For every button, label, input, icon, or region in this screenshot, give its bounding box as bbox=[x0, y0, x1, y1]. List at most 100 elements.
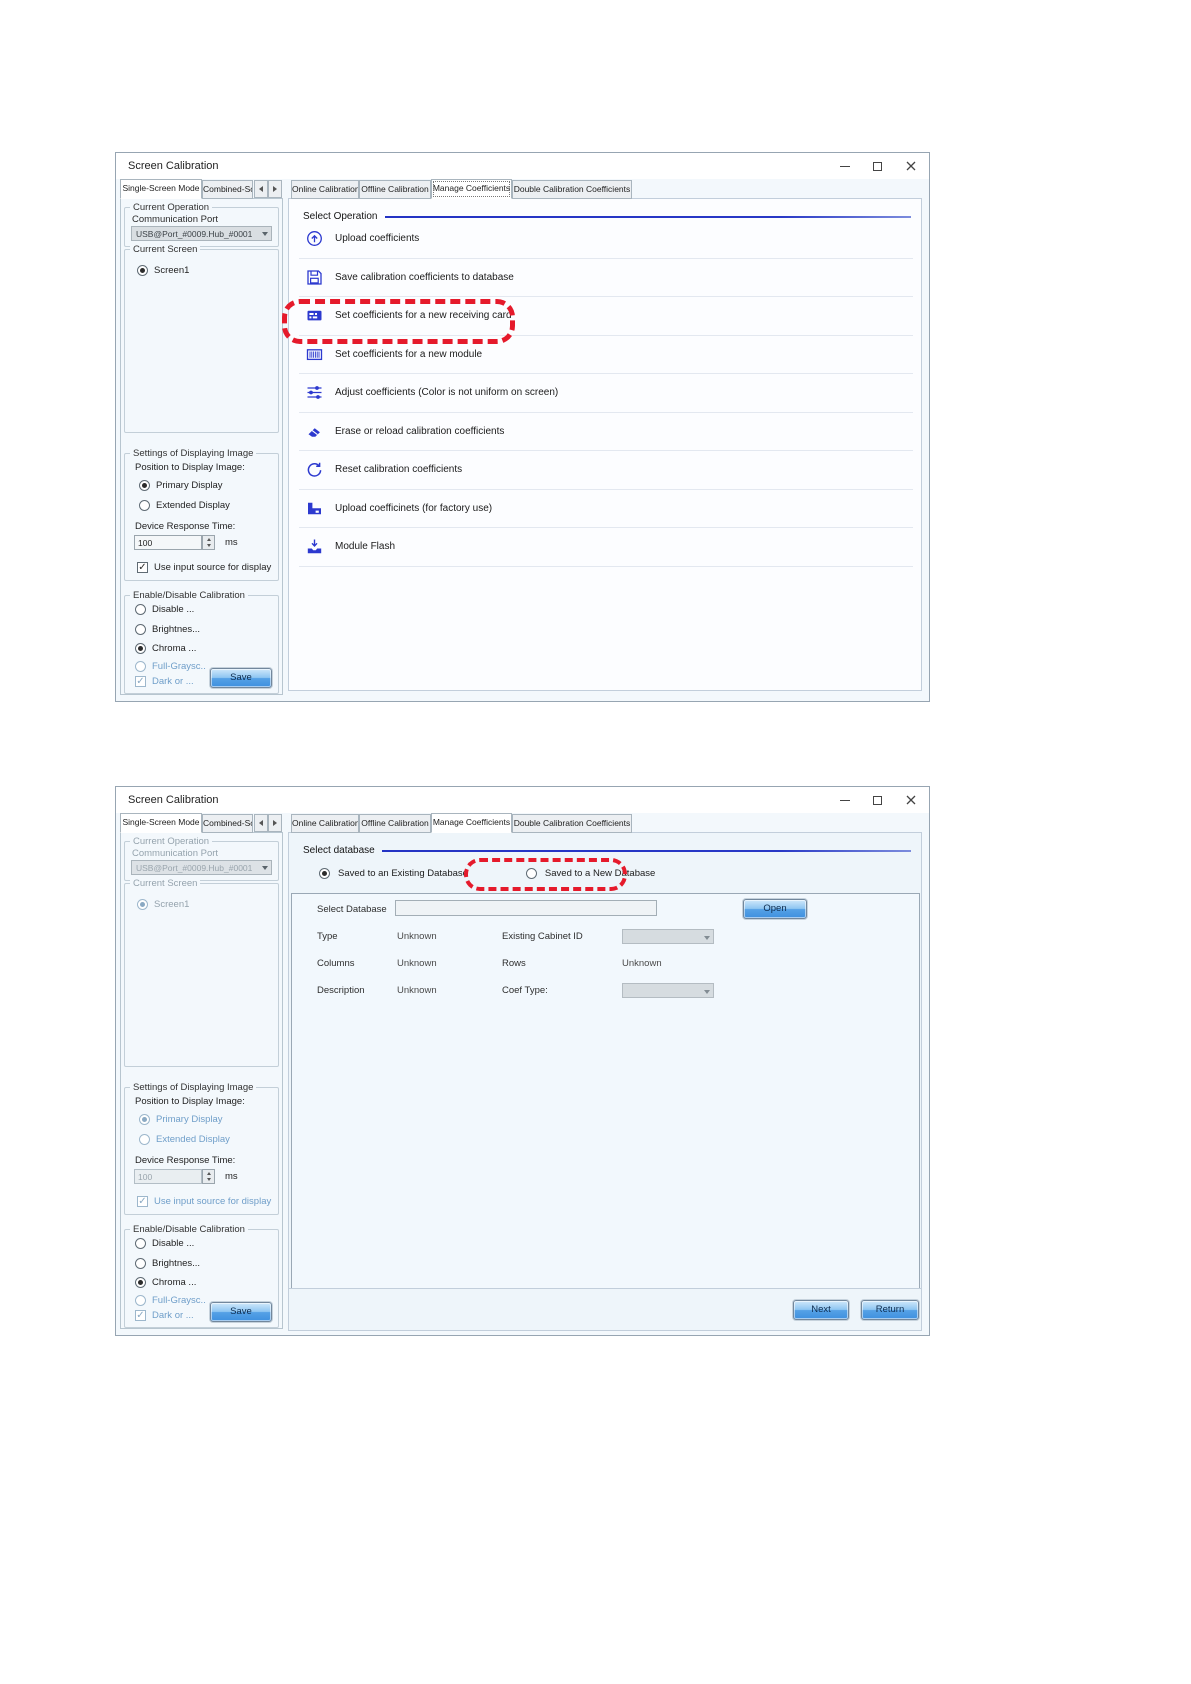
communication-port-dropdown: USB@Port_#0009.Hub_#0001 bbox=[131, 860, 272, 875]
tab-scroll-left-button[interactable] bbox=[254, 814, 268, 832]
next-button[interactable]: Next bbox=[793, 1300, 849, 1320]
return-button[interactable]: Return bbox=[861, 1300, 919, 1320]
brightness-label: Brightnes... bbox=[152, 1258, 200, 1269]
operation-row[interactable]: Upload coefficinets (for factory use) bbox=[299, 490, 913, 529]
brightness-row[interactable]: Brightnes... bbox=[135, 1258, 200, 1269]
dark-or-checkbox: ✓ bbox=[135, 676, 146, 687]
extended-display-radio bbox=[139, 1134, 150, 1145]
tab-scroll-right-button[interactable] bbox=[268, 814, 282, 832]
saved-new-database-radio[interactable] bbox=[526, 868, 537, 879]
operation-row[interactable]: Erase or reload calibration coefficients bbox=[299, 413, 913, 452]
settings-displaying-image-label: Settings of Displaying Image bbox=[130, 1082, 256, 1093]
brightness-row[interactable]: Brightnes... bbox=[135, 624, 200, 635]
window-controls bbox=[828, 153, 927, 179]
operation-row[interactable]: Set coefficients for a new receiving car… bbox=[299, 297, 913, 336]
screen1-radio-row[interactable]: Screen1 bbox=[137, 265, 189, 276]
response-time-label-row: Device Response Time: bbox=[135, 1155, 235, 1166]
columns-value: Unknown bbox=[397, 958, 437, 969]
arrow-right-icon bbox=[273, 820, 277, 826]
ms-unit-label: ms bbox=[225, 1171, 238, 1182]
primary-display-radio[interactable] bbox=[139, 480, 150, 491]
chroma-row[interactable]: Chroma ... bbox=[135, 643, 196, 654]
maximize-button[interactable] bbox=[861, 787, 894, 813]
tab-double-calibration-coefficients[interactable]: Double Calibration Coefficients bbox=[512, 814, 632, 833]
sidebar: Current Operation Communication Port USB… bbox=[120, 198, 283, 695]
dark-or-label: Dark or ... bbox=[152, 676, 194, 687]
cloud-upload-icon bbox=[305, 230, 323, 248]
brightness-radio[interactable] bbox=[135, 624, 146, 635]
tab-combined-screen[interactable]: Combined-Sc bbox=[202, 814, 253, 833]
chroma-radio[interactable] bbox=[135, 643, 146, 654]
spinner-down-icon bbox=[207, 544, 211, 547]
disable-row[interactable]: Disable ... bbox=[135, 1238, 194, 1249]
response-time-input[interactable] bbox=[134, 535, 202, 550]
operation-row[interactable]: Module Flash bbox=[299, 528, 913, 567]
close-button[interactable] bbox=[894, 153, 927, 179]
use-input-source-row[interactable]: ✓ Use input source for display bbox=[137, 562, 271, 573]
tab-manage-coefficients[interactable]: Manage Coefficients bbox=[431, 179, 512, 199]
use-input-source-checkbox[interactable]: ✓ bbox=[137, 562, 148, 573]
operation-label: Upload coefficients bbox=[335, 233, 419, 244]
maximize-icon bbox=[873, 162, 882, 171]
operation-row[interactable]: Adjust coefficients (Color is not unifor… bbox=[299, 374, 913, 413]
existing-cabinet-id-label: Existing Cabinet ID bbox=[502, 931, 583, 942]
chroma-radio[interactable] bbox=[135, 1277, 146, 1288]
minimize-button[interactable] bbox=[828, 787, 861, 813]
extended-display-radio[interactable] bbox=[139, 500, 150, 511]
brightness-label: Brightnes... bbox=[152, 624, 200, 635]
close-button[interactable] bbox=[894, 787, 927, 813]
primary-display-row[interactable]: Primary Display bbox=[139, 480, 223, 491]
screen-calibration-window-2: Screen Calibration Single-Screen Mode Co… bbox=[115, 786, 930, 1336]
minimize-button[interactable] bbox=[828, 153, 861, 179]
brightness-radio[interactable] bbox=[135, 1258, 146, 1269]
tab-offline-calibration[interactable]: Offline Calibration bbox=[359, 180, 431, 199]
columns-label: Columns bbox=[317, 958, 355, 969]
tab-single-screen-mode[interactable]: Single-Screen Mode bbox=[120, 813, 202, 833]
save-button[interactable]: Save bbox=[210, 668, 272, 688]
tab-offline-calibration[interactable]: Offline Calibration bbox=[359, 814, 431, 833]
tab-online-calibration[interactable]: Online Calibration bbox=[291, 814, 359, 833]
save-button[interactable]: Save bbox=[210, 1302, 272, 1322]
operation-row[interactable]: Set coefficients for a new module bbox=[299, 336, 913, 375]
operation-label: Module Flash bbox=[335, 541, 395, 552]
saved-existing-database-radio[interactable] bbox=[319, 868, 330, 879]
tab-double-calibration-coefficients[interactable]: Double Calibration Coefficients bbox=[512, 180, 632, 199]
disable-radio[interactable] bbox=[135, 1238, 146, 1249]
arrow-right-icon bbox=[273, 186, 277, 192]
tab-scroll-left-button[interactable] bbox=[254, 180, 268, 198]
operation-row[interactable]: Save calibration coefficients to databas… bbox=[299, 259, 913, 298]
dark-or-row: ✓ Dark or ... bbox=[135, 676, 194, 687]
tab-online-calibration[interactable]: Online Calibration bbox=[291, 180, 359, 199]
database-path-input[interactable] bbox=[395, 900, 657, 916]
description-value: Unknown bbox=[397, 985, 437, 996]
position-to-display-label: Position to Display Image: bbox=[135, 1096, 245, 1107]
current-screen-group: Current Screen Screen1 bbox=[124, 883, 279, 1067]
primary-display-label: Primary Display bbox=[156, 1114, 223, 1125]
disable-row[interactable]: Disable ... bbox=[135, 604, 194, 615]
window-title: Screen Calibration bbox=[128, 160, 219, 172]
operations-list: Upload coefficients Save calibration coe… bbox=[299, 220, 913, 567]
primary-display-label: Primary Display bbox=[156, 480, 223, 491]
communication-port-dropdown[interactable]: USB@Port_#0009.Hub_#0001 bbox=[131, 226, 272, 241]
response-time-input-row: ms bbox=[125, 1169, 278, 1184]
chroma-row[interactable]: Chroma ... bbox=[135, 1277, 196, 1288]
existing-cabinet-id-dropdown bbox=[622, 929, 714, 944]
tab-scroll-right-button[interactable] bbox=[268, 180, 282, 198]
operation-row[interactable]: Upload coefficients bbox=[299, 220, 913, 259]
screen1-radio[interactable] bbox=[137, 265, 148, 276]
operation-label: Set coefficients for a new module bbox=[335, 349, 482, 360]
tab-single-screen-mode[interactable]: Single-Screen Mode bbox=[120, 179, 202, 199]
spinner-down-button[interactable] bbox=[203, 543, 214, 550]
tab-manage-coefficients[interactable]: Manage Coefficients bbox=[431, 813, 512, 833]
number-spinner[interactable] bbox=[202, 535, 215, 550]
disable-radio[interactable] bbox=[135, 604, 146, 615]
use-input-source-checkbox: ✓ bbox=[137, 1196, 148, 1207]
maximize-button[interactable] bbox=[861, 153, 894, 179]
extended-display-row: Extended Display bbox=[139, 1134, 230, 1145]
database-details-box: Select Database Open Type Unknown Existi… bbox=[291, 893, 920, 1291]
operation-row[interactable]: Reset calibration coefficients bbox=[299, 451, 913, 490]
extended-display-row[interactable]: Extended Display bbox=[139, 500, 230, 511]
tab-combined-screen[interactable]: Combined-Sc bbox=[202, 180, 253, 199]
open-button[interactable]: Open bbox=[743, 899, 807, 919]
chevron-down-icon bbox=[704, 990, 710, 994]
